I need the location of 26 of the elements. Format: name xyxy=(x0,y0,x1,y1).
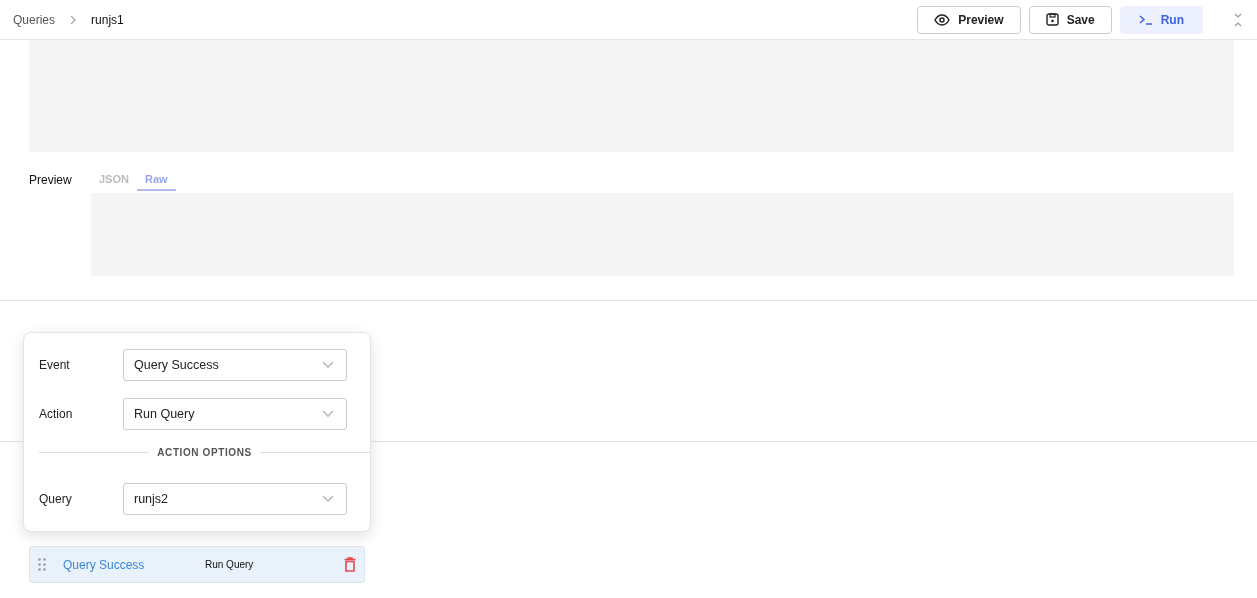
field-label: Query xyxy=(39,492,73,506)
breadcrumb-link[interactable]: Queries xyxy=(13,12,56,27)
event-action: Run Query xyxy=(205,559,255,570)
event-name: Query Success xyxy=(63,557,146,572)
chevron-right-icon xyxy=(69,13,78,26)
select-field[interactable]: runjs2 xyxy=(123,483,347,515)
save-button[interactable]: Save xyxy=(1028,5,1112,34)
drag-handle-icon[interactable] xyxy=(38,558,46,571)
eye-icon xyxy=(934,13,951,26)
trash-icon[interactable] xyxy=(344,557,356,572)
preview-button[interactable]: Preview xyxy=(917,5,1021,34)
select-field[interactable]: Run Query xyxy=(123,398,347,430)
event-handler-row[interactable]: Query Success Run Query xyxy=(29,546,365,583)
chevron-down-icon xyxy=(322,410,334,418)
field-label: Event xyxy=(39,358,71,372)
run-button[interactable]: Run xyxy=(1119,5,1203,34)
preview-label: Preview xyxy=(29,173,73,187)
chevron-down-icon xyxy=(322,361,334,369)
select-field[interactable]: Query Success xyxy=(123,349,347,381)
breadcrumb-current: runjs1 xyxy=(91,12,124,27)
field-label: Action xyxy=(39,407,74,421)
chevron-down-icon xyxy=(322,495,334,503)
terminal-icon xyxy=(1138,14,1153,25)
collapse-icon[interactable] xyxy=(1233,12,1243,27)
section-heading: ACTION OPTIONS xyxy=(157,447,252,458)
floppy-icon xyxy=(1045,13,1059,26)
